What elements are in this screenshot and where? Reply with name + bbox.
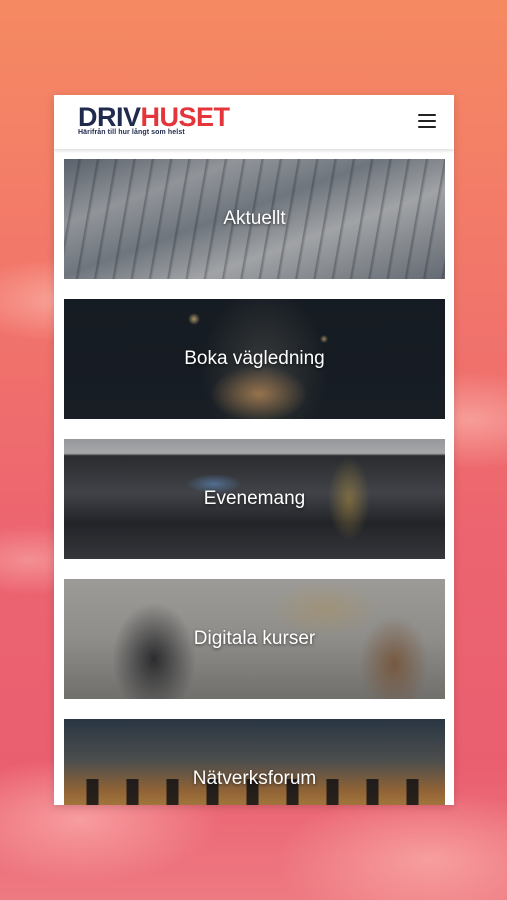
tile-label: Nätverksforum [192,768,317,789]
menu-bar-top [418,114,436,116]
logo-wordmark: DRIVHUSET [78,103,230,131]
tile-label: Boka vägledning [184,348,325,369]
app-window: DRIVHUSET Härifrån till hur långt som he… [54,95,454,805]
navigation-tiles: Aktuellt Boka vägledning Evenemang Digit… [64,159,445,805]
logo-part-huset: HUSET [140,102,231,132]
tile-evenemang[interactable]: Evenemang [64,439,445,559]
site-header: DRIVHUSET Härifrån till hur långt som he… [54,95,454,149]
tile-aktuellt[interactable]: Aktuellt [64,159,445,279]
tile-label: Evenemang [203,488,306,509]
menu-bar-middle [418,120,436,122]
hamburger-menu-icon[interactable] [418,114,436,128]
drivhuset-logo[interactable]: DRIVHUSET Härifrån till hur långt som he… [78,103,230,136]
tile-label: Aktuellt [223,208,286,229]
tile-label: Digitala kurser [193,628,316,649]
menu-bar-bottom [418,126,436,128]
tile-boka-vagledning[interactable]: Boka vägledning [64,299,445,419]
tile-natverksforum[interactable]: Nätverksforum [64,719,445,805]
logo-part-driv: DRIV [78,102,141,132]
tile-digitala-kurser[interactable]: Digitala kurser [64,579,445,699]
tile-overlay [64,719,445,805]
